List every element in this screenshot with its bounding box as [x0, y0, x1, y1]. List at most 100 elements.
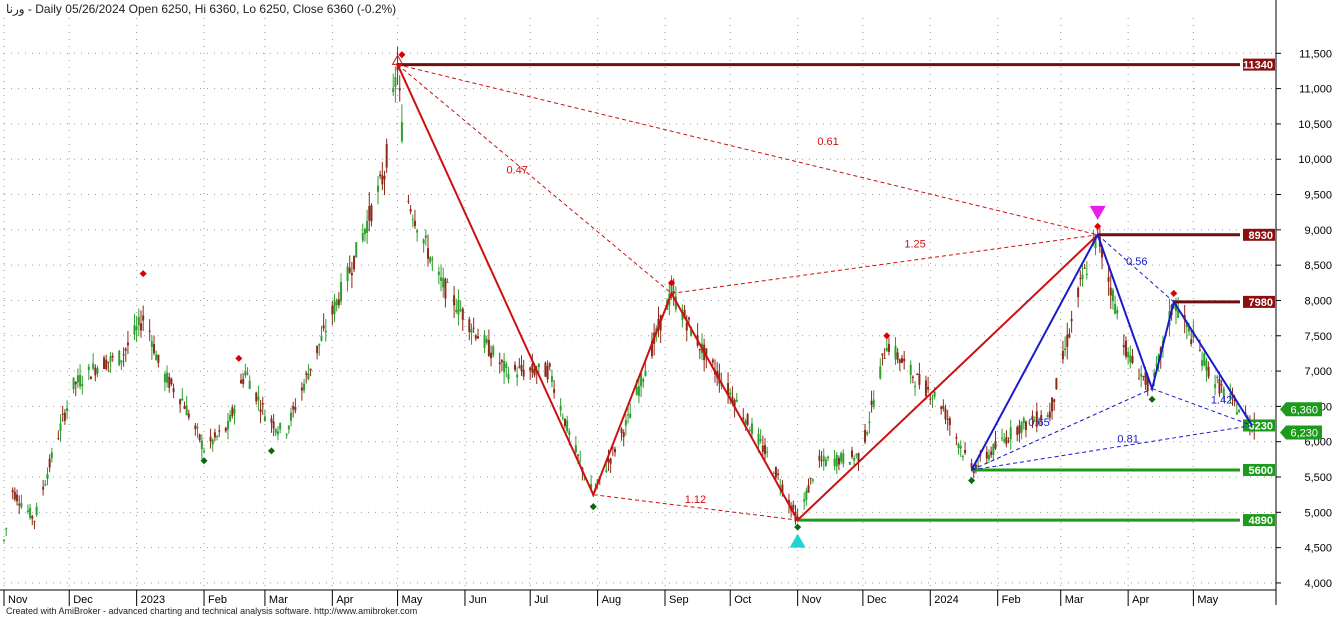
candle-body — [18, 503, 21, 506]
candle-body — [1220, 384, 1223, 386]
candle-body — [948, 418, 951, 425]
candle-body — [257, 396, 260, 401]
y-tick-label: 8,500 — [1304, 260, 1332, 272]
candle-body — [400, 122, 403, 142]
candle-body — [468, 319, 471, 332]
candle-body — [216, 436, 219, 438]
candle-body — [1201, 360, 1204, 366]
candle-body — [1116, 309, 1119, 314]
candle-body — [883, 357, 886, 359]
candle-body — [155, 354, 158, 361]
candle-body — [1018, 425, 1021, 434]
candle-body — [411, 219, 414, 221]
ratio-label: 1.25 — [904, 239, 925, 251]
candle-body — [348, 267, 351, 273]
y-tick-label: 8,000 — [1304, 295, 1332, 307]
candle-body — [198, 434, 201, 441]
candle-body — [355, 242, 358, 258]
candle-body — [368, 205, 371, 221]
candle-body — [194, 425, 197, 430]
candle-body — [1114, 303, 1117, 314]
candle-body — [561, 417, 564, 419]
candle-body — [61, 413, 64, 415]
candle-body — [124, 348, 127, 351]
candle-body — [577, 454, 580, 456]
candle-body — [20, 503, 23, 508]
candle-body — [1079, 278, 1082, 280]
candle-body — [887, 344, 890, 352]
candle-body — [316, 345, 319, 354]
level-label: 4890 — [1249, 515, 1273, 527]
candle-body — [1055, 378, 1058, 390]
candle-body — [842, 453, 845, 464]
candle-body — [394, 77, 397, 87]
candle-body — [35, 506, 38, 515]
candle-body — [233, 408, 236, 414]
candle-body — [87, 366, 90, 371]
candle-body — [809, 477, 812, 479]
candle-body — [279, 423, 282, 430]
x-tick-label: Jul — [534, 594, 548, 606]
x-tick-label: Apr — [336, 594, 353, 606]
ratio-label: 1.42 — [1211, 395, 1232, 407]
candle-body — [76, 375, 79, 383]
candle-body — [270, 418, 273, 423]
ratio-label: 0.65 — [1028, 417, 1049, 429]
candle-body — [185, 405, 188, 416]
candle-body — [346, 266, 349, 282]
candle-body — [407, 200, 410, 202]
candle-body — [213, 432, 216, 438]
candle-body — [805, 490, 808, 501]
candle-body — [240, 379, 243, 384]
candle-body — [1024, 421, 1027, 430]
candle-body — [44, 484, 47, 486]
candle-body — [294, 406, 297, 411]
candle-body — [879, 366, 882, 379]
y-tick-label: 4,000 — [1304, 578, 1332, 590]
candle-body — [505, 363, 508, 369]
candle-body — [409, 209, 412, 212]
candle-body — [837, 458, 840, 465]
candle-body — [1005, 436, 1008, 444]
candle-body — [274, 429, 277, 433]
candle-body — [903, 358, 906, 362]
x-tick-label: 2023 — [141, 594, 165, 606]
candle-body — [490, 352, 493, 359]
candle-body — [620, 428, 623, 433]
candle-body — [866, 432, 869, 435]
candle-body — [1053, 399, 1056, 402]
candle-body — [735, 399, 738, 402]
candle-body — [881, 353, 884, 356]
candle-body — [924, 380, 927, 397]
candle-body — [413, 220, 416, 227]
x-tick-label: May — [402, 594, 423, 606]
x-tick-label: Nov — [802, 594, 822, 606]
candle-body — [901, 358, 904, 363]
ratio-label: 1.12 — [685, 494, 706, 506]
candle-body — [1238, 410, 1241, 413]
candle-body — [1142, 375, 1145, 377]
candle-body — [1198, 350, 1201, 352]
candle-body — [203, 450, 206, 453]
candle-body — [96, 368, 99, 374]
candle-body — [872, 399, 875, 408]
candle-body — [1140, 373, 1143, 377]
candle-body — [376, 185, 379, 192]
x-tick-label: Jun — [469, 594, 487, 606]
candle-body — [31, 515, 34, 519]
candle-body — [990, 451, 993, 456]
candle-body — [1127, 351, 1130, 358]
candle-body — [942, 406, 945, 409]
candle-body — [698, 348, 701, 351]
candle-body — [81, 384, 84, 387]
candle-body — [118, 350, 121, 366]
x-tick-label: 2024 — [934, 594, 958, 606]
candle-body — [1022, 418, 1025, 424]
candle-body — [1129, 355, 1132, 363]
candle-body — [461, 308, 464, 320]
candle-body — [1066, 334, 1069, 347]
candle-body — [16, 494, 19, 502]
candle-body — [518, 366, 521, 368]
candle-body — [139, 323, 142, 331]
candle-body — [1214, 384, 1217, 388]
